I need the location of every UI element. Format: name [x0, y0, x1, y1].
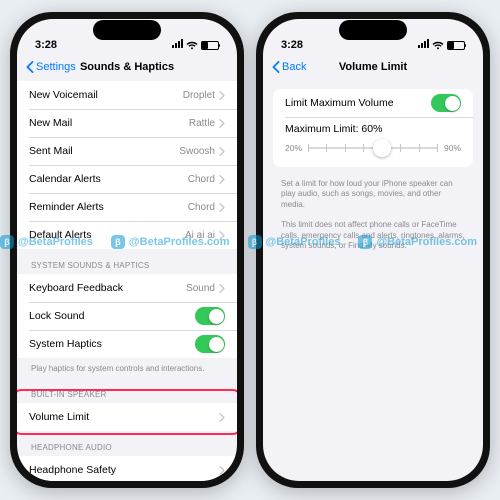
toggle-switch[interactable]: [195, 307, 225, 325]
section-footer-system: Play haptics for system controls and int…: [17, 360, 237, 380]
chevron-right-icon: [219, 203, 225, 212]
row-slider: Maximum Limit: 60% 20% 90%: [273, 117, 473, 167]
slider-thumb[interactable]: [373, 139, 391, 157]
volume-slider[interactable]: [308, 141, 438, 155]
iphone-frame-left: 3:28 Settings Sounds & Haptics New Voice…: [10, 12, 244, 488]
list-row[interactable]: Default AlertsAi ai ai: [17, 221, 237, 249]
row-label: Sent Mail: [29, 145, 179, 157]
screen-sounds-haptics: 3:28 Settings Sounds & Haptics New Voice…: [17, 19, 237, 481]
row-label: Calendar Alerts: [29, 173, 188, 185]
chevron-right-icon: [219, 466, 225, 475]
chevron-left-icon: [25, 61, 35, 73]
battery-icon: [201, 41, 219, 50]
section-header-headphone: Headphone Audio: [17, 433, 237, 456]
dynamic-island: [93, 20, 161, 40]
list-row[interactable]: New MailRattle: [17, 109, 237, 137]
status-time: 3:28: [35, 39, 57, 51]
toggle-switch[interactable]: [431, 94, 461, 112]
chevron-right-icon: [219, 147, 225, 156]
headphone-group: Headphone SafetyPersonalized Spatial Aud…: [17, 456, 237, 481]
row-label: Default Alerts: [29, 229, 185, 241]
back-label: Settings: [36, 61, 76, 73]
list-row[interactable]: Sent MailSwoosh: [17, 137, 237, 165]
chevron-left-icon: [271, 61, 281, 73]
back-label: Back: [282, 61, 306, 73]
row-value: Rattle: [189, 118, 215, 129]
back-button[interactable]: Settings: [25, 61, 76, 73]
chevron-right-icon: [219, 284, 225, 293]
wifi-icon: [432, 41, 444, 50]
back-button[interactable]: Back: [271, 61, 306, 73]
status-time: 3:28: [281, 39, 303, 51]
row-limit-toggle[interactable]: Limit Maximum Volume: [273, 89, 473, 117]
list-row[interactable]: New VoicemailDroplet: [17, 81, 237, 109]
row-value: Chord: [188, 174, 215, 185]
slider-max-label: 90%: [444, 143, 461, 153]
slider-label: Maximum Limit: 60%: [285, 123, 461, 135]
list-row[interactable]: Headphone Safety: [17, 456, 237, 481]
row-label: New Mail: [29, 117, 189, 129]
row-value: Swoosh: [179, 146, 215, 157]
dynamic-island: [339, 20, 407, 40]
section-header-system: System Sounds & Haptics: [17, 251, 237, 274]
nav-bar: Back Volume Limit: [263, 53, 483, 81]
row-label: Keyboard Feedback: [29, 282, 186, 294]
chevron-right-icon: [219, 175, 225, 184]
row-label: System Haptics: [29, 338, 195, 350]
row-label: Lock Sound: [29, 310, 195, 322]
wifi-icon: [186, 41, 198, 50]
list-row[interactable]: Keyboard FeedbackSound: [17, 274, 237, 302]
footer-text-1: Set a limit for how loud your iPhone spe…: [263, 175, 483, 220]
row-label: New Voicemail: [29, 89, 183, 101]
cellular-icon: [171, 39, 183, 51]
row-label: Volume Limit: [29, 411, 219, 423]
list-row[interactable]: Calendar AlertsChord: [17, 165, 237, 193]
row-volume-limit[interactable]: Volume Limit: [17, 403, 237, 431]
row-value: Ai ai ai: [185, 230, 215, 241]
footer-text-2: This limit does not affect phone calls o…: [263, 220, 483, 251]
list-row[interactable]: Lock Sound: [17, 302, 237, 330]
list-row[interactable]: System Haptics: [17, 330, 237, 358]
battery-icon: [447, 41, 465, 50]
screen-volume-limit: 3:28 Back Volume Limit Limit Maximum Vol…: [263, 19, 483, 481]
section-header-speaker: Built-in Speaker: [17, 380, 237, 403]
iphone-frame-right: 3:28 Back Volume Limit Limit Maximum Vol…: [256, 12, 490, 488]
chevron-right-icon: [219, 91, 225, 100]
speaker-group: Volume Limit: [17, 403, 237, 431]
toggle-switch[interactable]: [195, 335, 225, 353]
row-label: Limit Maximum Volume: [285, 97, 431, 109]
row-value: Chord: [188, 202, 215, 213]
chevron-right-icon: [219, 413, 225, 422]
row-label: Reminder Alerts: [29, 201, 188, 213]
slider-min-label: 20%: [285, 143, 302, 153]
row-value: Sound: [186, 283, 215, 294]
limit-group: Limit Maximum Volume Maximum Limit: 60% …: [273, 89, 473, 167]
chevron-right-icon: [219, 119, 225, 128]
nav-bar: Settings Sounds & Haptics: [17, 53, 237, 81]
alerts-group: New VoicemailDropletNew MailRattleSent M…: [17, 81, 237, 249]
system-group: Keyboard FeedbackSound Lock Sound System H…: [17, 274, 237, 358]
row-label: Headphone Safety: [29, 464, 215, 476]
chevron-right-icon: [219, 231, 225, 240]
row-value: Droplet: [183, 90, 215, 101]
list-row[interactable]: Reminder AlertsChord: [17, 193, 237, 221]
cellular-icon: [417, 39, 429, 51]
